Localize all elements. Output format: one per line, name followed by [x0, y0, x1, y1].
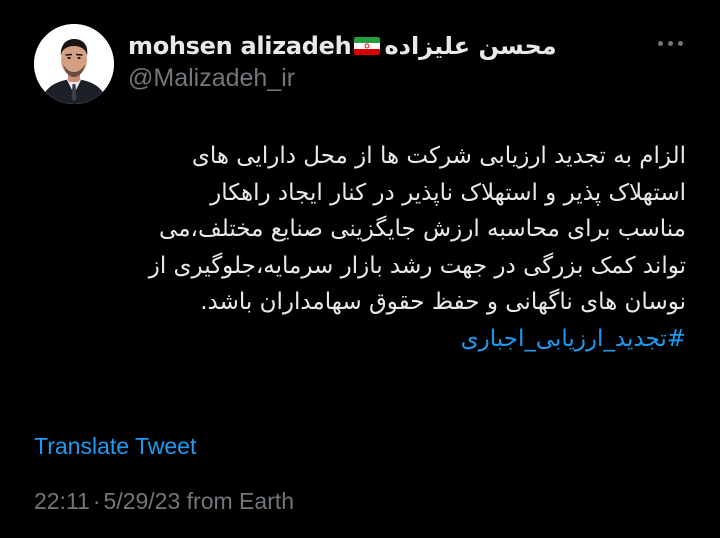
avatar-photo	[34, 24, 114, 104]
author-handle[interactable]: @Malizadeh_ir	[128, 64, 295, 93]
tweet-text-line: مناسب برای محاسبه ارزش جایگزینی صنایع مخ…	[159, 216, 686, 242]
tweet-source: from Earth	[186, 488, 295, 514]
tweet-card: mohsen alizadeh محسن علیزاده @Malizadeh_…	[0, 0, 720, 538]
tweet-time[interactable]: 22:11	[34, 488, 90, 514]
more-horizontal-icon	[667, 40, 673, 46]
tweet-text-line: تواند کمک بزرگی در جهت رشد بازار سرمایه،…	[148, 252, 686, 279]
avatar[interactable]	[34, 24, 114, 104]
tweet-text-line: الزام به تجدید ارزیابی شرکت ها از محل دا…	[191, 143, 686, 169]
hashtag-link[interactable]: #تجدید_ارزیابی_اجباری	[36, 321, 686, 358]
translate-tweet-link[interactable]: Translate Tweet	[34, 433, 196, 460]
tweet-text: الزام به تجدید ارزیابی شرکت ها از محل دا…	[36, 138, 686, 357]
meta-separator: ·	[92, 488, 101, 514]
iran-flag-icon	[354, 37, 381, 55]
tweet-text-line: نوسان های ناگهانی و حفظ حقوق سهامداران ب…	[200, 289, 686, 315]
tweet-metadata: 22:11 · 5/29/23 from Earth	[34, 488, 294, 515]
tweet-date[interactable]: 5/29/23	[104, 488, 181, 514]
author-display-name-fa[interactable]: محسن علیزاده	[384, 32, 556, 60]
more-horizontal-icon	[657, 40, 663, 46]
author-name-row[interactable]: mohsen alizadeh محسن علیزاده	[128, 29, 557, 63]
tweet-text-line: استهلاک پذیر و استهلاک ناپذیر در کنار ای…	[210, 179, 686, 206]
author-display-name[interactable]: mohsen alizadeh	[128, 32, 352, 60]
more-options-button[interactable]	[650, 28, 690, 58]
more-horizontal-icon	[677, 40, 683, 46]
